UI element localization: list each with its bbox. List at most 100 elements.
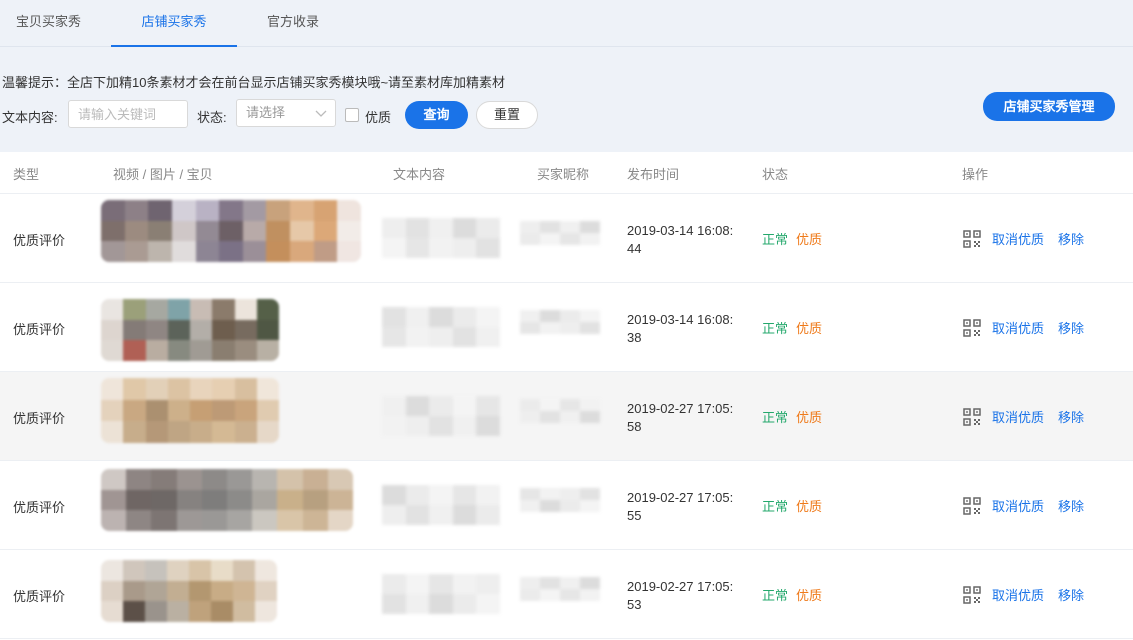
text-content-blurred [382,218,500,258]
mosaic-cell [313,241,338,262]
mosaic-cell [171,241,196,262]
mosaic-cell [242,200,267,221]
media-thumbnail[interactable] [101,560,277,622]
mosaic-cell [226,469,253,490]
table-row: 优质评价 2019-02-27 17:05: 53 正常 优质 取消优质 移除 [0,550,1133,639]
blur-cell [429,218,453,238]
blur-cell [405,396,430,416]
mosaic-cell [101,560,123,581]
blur-cell [429,505,453,525]
mosaic-cell [195,241,220,262]
mosaic-cell [290,200,314,221]
mosaic-cell [167,580,189,602]
cancel-quality-link[interactable]: 取消优质 [992,585,1044,604]
remove-link[interactable]: 移除 [1058,585,1084,604]
media-thumbnail[interactable] [101,299,279,361]
blur-cell [540,221,560,233]
remove-link[interactable]: 移除 [1058,318,1084,337]
header-time: 发布时间 [627,167,680,182]
mosaic-cell [124,220,149,242]
quality-checkbox-label: 优质 [365,110,392,125]
mosaic-cell [277,510,303,531]
mosaic-cell [234,340,257,361]
qr-code-icon[interactable] [963,586,981,604]
mosaic-cell [101,580,123,602]
media-thumbnail[interactable] [101,378,279,443]
blur-cell [560,488,580,500]
mosaic-cell [145,340,168,361]
mosaic-cell [101,421,124,443]
mosaic-cell [167,601,189,622]
tab-item-buyer-show[interactable]: 宝贝买家秀 [0,0,97,47]
blur-cell [540,322,560,334]
blur-cell [580,399,600,411]
query-button[interactable]: 查询 [405,101,468,129]
mosaic-cell [101,469,127,490]
publish-time: 2019-02-27 17:05: 53 [627,578,745,614]
type-cell: 优质评价 [13,233,66,248]
mosaic-cell [327,489,353,511]
mosaic-cell [337,200,361,221]
status-label: 状态: [197,110,227,125]
mosaic-cell [123,399,146,422]
mosaic-cell [145,560,167,581]
status-quality: 优质 [796,321,823,336]
qr-code-icon[interactable] [963,408,981,426]
keyword-input[interactable] [68,100,188,128]
remove-link[interactable]: 移除 [1058,496,1084,515]
mosaic-cell [151,489,177,511]
publish-time-line2: 38 [627,330,642,345]
table-row: 优质评价 2019-03-14 16:08: 38 正常 优质 取消优质 移除 [0,283,1133,372]
cancel-quality-link[interactable]: 取消优质 [992,407,1044,426]
cancel-quality-link[interactable]: 取消优质 [992,496,1044,515]
qr-code-icon[interactable] [963,230,981,248]
mosaic-cell [234,319,257,341]
tab-shop-buyer-show[interactable]: 店铺买家秀 [111,0,237,47]
cancel-quality-link[interactable]: 取消优质 [992,229,1044,248]
status-quality: 优质 [796,588,823,603]
blur-cell [580,488,600,500]
blur-cell [540,399,560,411]
mosaic-cell [302,510,328,531]
mosaic-cell [195,220,220,242]
tab-bar: 宝贝买家秀 店铺买家秀 官方收录 [0,0,1133,47]
mosaic-cell [101,220,125,242]
mosaic-cell [123,319,146,341]
mosaic-cell [176,489,202,511]
qr-code-icon[interactable] [963,497,981,515]
blur-cell [476,307,500,327]
media-thumbnail[interactable] [101,200,361,262]
reset-button[interactable]: 重置 [476,101,538,129]
qr-code-icon[interactable] [963,319,981,337]
type-cell: 优质评价 [13,589,66,604]
cancel-quality-link[interactable]: 取消优质 [992,318,1044,337]
media-thumbnail[interactable] [101,469,353,531]
mosaic-cell [211,601,233,622]
remove-link[interactable]: 移除 [1058,229,1084,248]
blur-cell [382,396,406,416]
remove-link[interactable]: 移除 [1058,407,1084,426]
blur-cell [540,488,560,500]
mosaic-cell [234,378,257,400]
blur-cell [520,233,540,245]
mosaic-cell [242,241,267,262]
blur-cell [520,221,540,233]
mosaic-cell [167,340,190,361]
tab-official-collection[interactable]: 官方收录 [250,0,336,47]
mosaic-cell [145,421,168,443]
quality-checkbox[interactable] [345,108,359,122]
mosaic-cell [167,299,190,320]
blur-cell [452,327,477,347]
blur-cell [382,594,406,614]
mosaic-cell [212,299,235,320]
status-select[interactable]: 请选择 [236,99,336,127]
mosaic-cell [226,510,253,531]
blur-cell [452,416,477,436]
blur-cell [405,416,430,436]
mosaic-cell [123,560,145,581]
header-buyer: 买家昵称 [537,167,590,182]
mosaic-cell [266,241,290,262]
manage-shop-buyer-show-button[interactable]: 店铺买家秀管理 [983,92,1115,121]
mosaic-cell [252,469,278,490]
mosaic-cell [123,378,146,400]
